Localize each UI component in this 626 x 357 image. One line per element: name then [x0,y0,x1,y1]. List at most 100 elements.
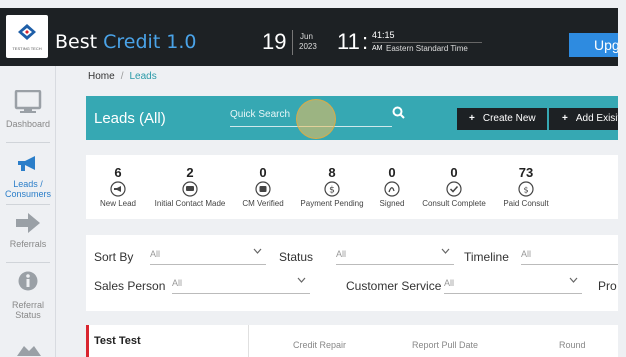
status-value: All [336,249,347,259]
stat-label: Paid Consult [503,199,549,208]
search-icon[interactable] [392,106,405,119]
paid-icon: $ [518,181,534,197]
sidebar-item-more[interactable] [16,342,42,357]
sidebar-item-label: Dashboard [5,119,51,129]
table-row[interactable]: Test Test Credit Repair Report Pull Date… [86,325,618,357]
date-day: 19 [262,29,287,54]
sidebar-item-label: Referral Status [11,300,44,320]
sidebar-item-referral-status[interactable]: Referral Status [0,270,56,320]
stat-value: 6 [114,165,122,180]
logo-mark-icon [18,24,36,40]
breadcrumb: Home / Leads [88,71,157,83]
svg-text:$: $ [523,186,528,195]
stat-payment-pending[interactable]: 8 $ Payment Pending [296,155,368,209]
time-colon: : [362,29,369,54]
logo-caption: TESTING TECH [12,46,42,51]
upgrade-button[interactable]: Upg [569,33,618,57]
sales-person-label: Sales Person [94,279,166,293]
stat-label: Initial Contact Made [154,199,226,208]
sort-by-value: All [150,249,161,259]
sidebar-item-dashboard[interactable]: Dashboard [0,89,56,129]
add-existing-button[interactable]: + Add Exisit [549,108,618,130]
handshake-icon [17,346,41,356]
chevron-down-icon [569,277,578,283]
stat-label: Signed [379,199,405,208]
app-title-accent: Credit 1.0 [103,31,197,53]
stat-label: New Lead [99,199,137,208]
top-header: TESTING TECH Best Credit 1.0 19 Jun 2023… [0,8,618,66]
sales-person-value: All [172,278,183,288]
round-header: Round [559,340,586,350]
lead-name[interactable]: Test Test [94,335,141,348]
stat-value: 73 [518,165,534,180]
stat-paid-consult[interactable]: 73 $ Paid Consult [500,155,552,209]
breadcrumb-current: Leads [129,71,157,82]
dollar-icon: $ [324,181,340,197]
row-divider [248,325,249,357]
timeline-label: Timeline [464,250,509,264]
app-frame: TESTING TECH Best Credit 1.0 19 Jun 2023… [0,0,626,357]
stat-consult-complete[interactable]: 0 Consult Complete [420,155,488,209]
breadcrumb-home[interactable]: Home [88,71,115,82]
add-existing-label: Add Exisit [575,113,618,124]
product-label: Pro [598,279,617,293]
lead-marker [86,325,89,357]
sales-person-select[interactable]: All [172,276,310,294]
verified-icon [255,181,271,197]
time-minutes: 41:15 [372,30,395,40]
app-title: Best Credit 1.0 [55,30,197,54]
app-title-plain: Best [55,31,104,53]
plus-icon: + [469,113,475,124]
sidebar-divider [6,204,50,205]
breadcrumb-separator: / [120,71,124,82]
cursor-highlight [296,99,336,139]
sidebar-divider [6,142,50,143]
sort-by-select[interactable]: All [150,247,266,265]
stat-value: 0 [259,165,267,180]
stat-initial-contact[interactable]: 2 Initial Contact Made [150,155,230,209]
company-logo[interactable]: TESTING TECH [6,15,48,58]
signature-icon [384,181,400,197]
sidebar-item-leads[interactable]: Leads / Consumers [0,154,56,199]
time-ampm: AM [372,45,383,52]
lead-stats-panel: 6 New Lead 2 Initial Contact Made 0 CM V… [86,155,618,219]
stat-value: 0 [388,165,396,180]
stat-label: Consult Complete [422,199,486,208]
date-year: 2023 [299,42,317,51]
stat-value: 8 [328,165,336,180]
chat-icon [182,181,198,197]
svg-text:$: $ [329,186,335,196]
customer-service-select[interactable]: All [444,276,582,294]
arrow-right-icon [16,213,40,233]
time-underline [372,42,482,43]
megaphone-icon [110,181,126,197]
filters-panel: Sort By All Status All Timeline All Sale… [86,235,618,311]
timeline-select[interactable]: All [521,247,618,265]
customer-service-value: All [444,278,455,288]
create-new-button[interactable]: + Create New [457,108,547,130]
chevron-down-icon [253,248,262,254]
chevron-down-icon [441,248,450,254]
credit-repair-header: Credit Repair [293,340,347,350]
page-title: Leads (All) [94,110,166,127]
sidebar-item-label: Leads / Consumers [4,179,51,199]
stat-value: 0 [450,165,458,180]
date-divider [292,30,293,55]
stat-value: 2 [186,165,194,180]
stat-new-lead[interactable]: 6 New Lead [98,155,138,209]
stat-label: CM Verified [242,199,284,208]
sidebar: Dashboard Leads / Consumers Referrals Re… [0,66,56,357]
stat-label: Payment Pending [300,199,364,208]
time-hour: 11 [337,29,360,54]
date-month: Jun [300,32,313,41]
sidebar-item-referrals[interactable]: Referrals [0,212,56,249]
customer-service-label: Customer Service [346,279,442,293]
stat-signed[interactable]: 0 Signed [376,155,408,209]
stat-cm-verified[interactable]: 0 CM Verified [238,155,288,209]
status-select[interactable]: All [336,247,454,265]
create-new-label: Create New [482,113,536,124]
megaphone-icon [18,156,35,171]
check-icon [446,181,462,197]
sidebar-item-label: Referrals [9,239,47,249]
sidebar-divider [6,262,50,263]
